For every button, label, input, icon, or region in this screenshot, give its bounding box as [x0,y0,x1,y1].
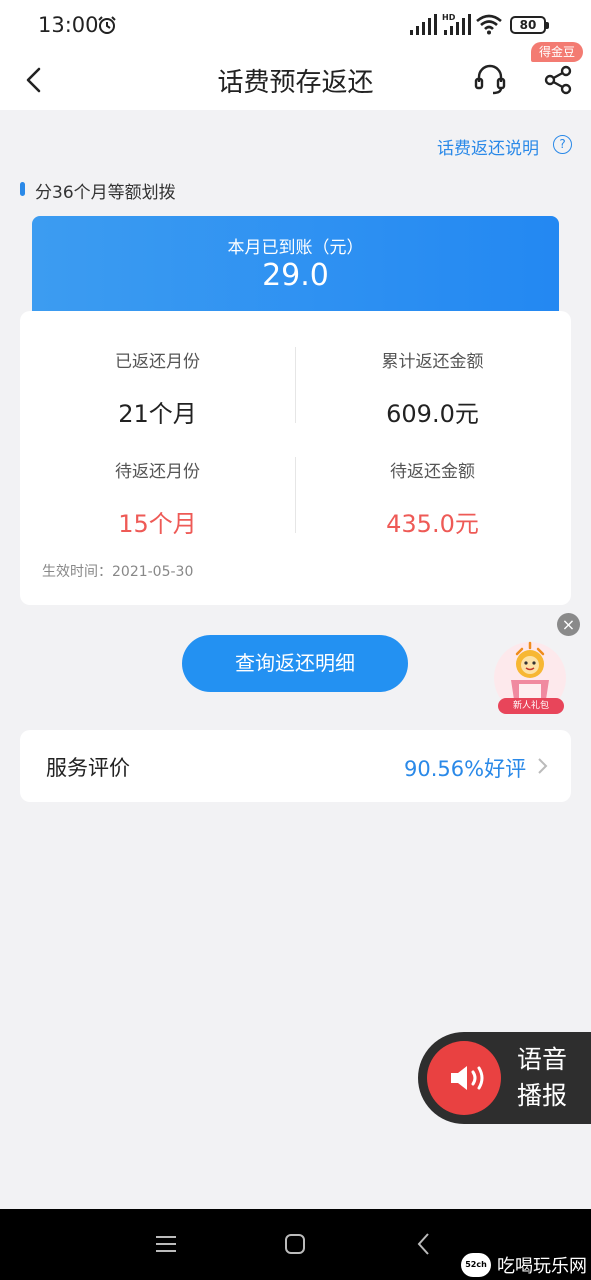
query-refund-details-button[interactable]: 查询返还明细 [182,635,408,692]
refund-explain-link[interactable]: 话费返还说明 [437,134,539,159]
gift-label: 新人礼包 [498,698,564,714]
menu-icon[interactable] [155,1233,177,1255]
stat-pending-amount: 待返还金额 435.0元 [295,457,570,539]
effective-time: 生效时间：2021-05-30 [42,564,194,580]
wifi-icon [476,14,502,35]
stat-value: 609.0元 [386,400,479,428]
signal-icon [444,14,471,35]
battery-icon: 80 [510,16,549,34]
voice-label: 语音播报 [517,1045,568,1110]
share-icon[interactable] [540,60,576,96]
stat-label: 已返还月份 [115,352,200,372]
signal-icon [410,14,437,35]
section-marker [20,182,25,196]
refund-stats-card: 已返还月份 21个月 累计返还金额 609.0元 待返还月份 15个月 待返还金… [20,311,571,605]
help-icon[interactable]: ? [553,135,572,154]
watermark: 52ch 吃喝玩乐网 [461,1251,591,1280]
stat-value: 15个月 [118,510,197,538]
top-nav-bar: 话费预存返还 得金豆 [0,42,591,110]
service-review-row[interactable]: 服务评价 90.56%好评 [20,730,571,802]
review-label: 服务评价 [46,756,130,780]
customer-service-icon[interactable] [473,62,507,96]
current-month-label: 本月已到账（元） [227,238,364,258]
battery-level: 80 [519,18,537,32]
speaker-icon [451,1066,484,1090]
current-month-amount: 29.0 [262,258,329,293]
status-time: 13:00 [38,13,99,37]
stat-value: 21个月 [118,400,197,428]
review-value: 90.56%好评 [404,757,527,781]
nav-back-icon[interactable] [414,1231,434,1257]
stat-pending-months: 待返还月份 15个月 [20,457,295,539]
alarm-icon [98,16,116,34]
current-month-card: 本月已到账（元） 29.0 [32,216,559,314]
watermark-logo: 52ch [461,1253,491,1277]
stat-label: 待返还金额 [390,462,475,482]
home-icon[interactable] [284,1233,306,1255]
stat-refunded-months: 已返还月份 21个月 [20,347,295,429]
gold-bean-badge[interactable]: 得金豆 [531,42,583,62]
voice-broadcast-button[interactable]: 语音播报 [418,1032,591,1124]
stat-label: 累计返还金额 [381,352,484,372]
chevron-right-icon [538,758,548,774]
stat-total-refunded: 累计返还金额 609.0元 [295,347,570,429]
voice-circle [427,1041,501,1115]
stat-label: 待返还月份 [115,462,200,482]
stat-value: 435.0元 [386,510,479,538]
watermark-text: 吃喝玩乐网 [497,1256,587,1277]
section-title: 分36个月等额划拨 [35,183,176,203]
close-float-icon[interactable]: × [557,613,580,636]
status-bar: 13:00 HD 80 [0,0,591,52]
